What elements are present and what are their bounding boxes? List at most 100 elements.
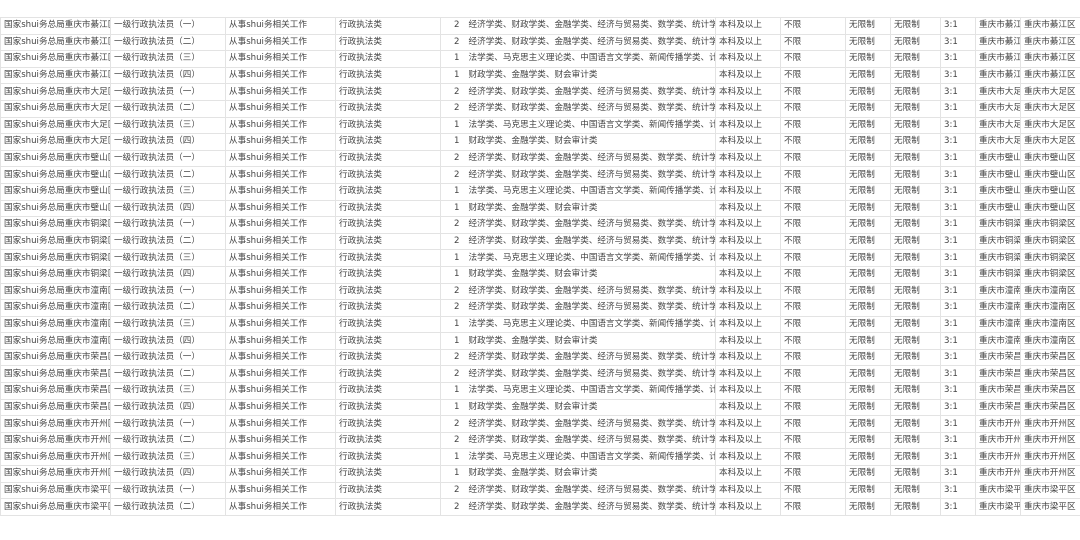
residence-cell[interactable]: 重庆市开州区: [1020, 448, 1080, 467]
political-status-cell[interactable]: 无限制: [845, 431, 891, 450]
department-cell[interactable]: 国家shui务总局重庆市荣昌区税务局: [0, 365, 111, 384]
experience-cell[interactable]: 无限制: [890, 133, 941, 151]
position-cell[interactable]: 一级行政执法员（二）: [110, 431, 226, 450]
experience-cell[interactable]: 无限制: [890, 83, 941, 101]
category-cell[interactable]: 行政执法类: [335, 481, 441, 500]
category-cell[interactable]: 行政执法类: [335, 282, 441, 301]
ratio-cell[interactable]: 3:1: [940, 199, 976, 218]
category-cell[interactable]: 行政执法类: [335, 299, 441, 317]
category-cell[interactable]: 行政执法类: [335, 199, 441, 218]
education-cell[interactable]: 本科及以上: [715, 481, 781, 500]
residence-cell[interactable]: 重庆市荣昌区: [1020, 398, 1080, 417]
degree-cell[interactable]: 不限: [780, 199, 846, 218]
degree-cell[interactable]: 不限: [780, 465, 846, 483]
work-location-cell[interactable]: 重庆市潼南区: [975, 332, 1021, 350]
category-cell[interactable]: 行政执法类: [335, 133, 441, 151]
residence-cell[interactable]: 重庆市铜梁区: [1020, 249, 1080, 267]
position-cell[interactable]: 一级行政执法员（四）: [110, 398, 226, 417]
degree-cell[interactable]: 不限: [780, 431, 846, 450]
position-cell[interactable]: 一级行政执法员（四）: [110, 133, 226, 151]
work-location-cell[interactable]: 重庆市潼南区: [975, 299, 1021, 317]
major-cell[interactable]: 经济学类、财政学类、金融学类、经济与贸易类、数学类、统计学类: [465, 282, 716, 301]
headcount-cell[interactable]: 1: [440, 249, 466, 267]
major-cell[interactable]: 经济学类、财政学类、金融学类、经济与贸易类、数学类、统计学类: [465, 33, 716, 52]
major-cell[interactable]: 法学类、马克思主义理论类、中国语言文学类、新闻传播学类、计算机类: [465, 448, 716, 467]
work-location-cell[interactable]: 重庆市荣昌区: [975, 348, 1021, 367]
residence-cell[interactable]: 重庆市大足区: [1020, 99, 1080, 118]
headcount-cell[interactable]: 2: [440, 431, 466, 450]
political-status-cell[interactable]: 无限制: [845, 332, 891, 350]
political-status-cell[interactable]: 无限制: [845, 166, 891, 184]
experience-cell[interactable]: 无限制: [890, 348, 941, 367]
major-cell[interactable]: 法学类、马克思主义理论类、中国语言文学类、新闻传播学类、计算机类: [465, 249, 716, 267]
position-cell[interactable]: 一级行政执法员（二）: [110, 299, 226, 317]
category-cell[interactable]: 行政执法类: [335, 33, 441, 52]
headcount-cell[interactable]: 2: [440, 216, 466, 234]
duty-cell[interactable]: 从事shui务相关工作: [225, 232, 336, 251]
department-cell[interactable]: 国家shui务总局重庆市开州区税务局: [0, 431, 111, 450]
position-cell[interactable]: 一级行政执法员（三）: [110, 448, 226, 467]
work-location-cell[interactable]: 重庆市潼南区: [975, 315, 1021, 334]
department-cell[interactable]: 国家shui务总局重庆市开州区税务局: [0, 465, 111, 483]
ratio-cell[interactable]: 3:1: [940, 33, 976, 52]
residence-cell[interactable]: 重庆市璧山区: [1020, 166, 1080, 184]
residence-cell[interactable]: 重庆市铜梁区: [1020, 216, 1080, 234]
headcount-cell[interactable]: 1: [440, 382, 466, 400]
department-cell[interactable]: 国家shui务总局重庆市大足区税务局: [0, 99, 111, 118]
degree-cell[interactable]: 不限: [780, 382, 846, 400]
department-cell[interactable]: 国家shui务总局重庆市綦江区税务局: [0, 17, 111, 35]
department-cell[interactable]: 国家shui务总局重庆市璧山区税务局: [0, 149, 111, 168]
headcount-cell[interactable]: 1: [440, 116, 466, 135]
experience-cell[interactable]: 无限制: [890, 116, 941, 135]
major-cell[interactable]: 经济学类、财政学类、金融学类、经济与贸易类、数学类、统计学类: [465, 216, 716, 234]
duty-cell[interactable]: 从事shui务相关工作: [225, 33, 336, 52]
duty-cell[interactable]: 从事shui务相关工作: [225, 83, 336, 101]
department-cell[interactable]: 国家shui务总局重庆市开州区税务局: [0, 415, 111, 433]
category-cell[interactable]: 行政执法类: [335, 315, 441, 334]
degree-cell[interactable]: 不限: [780, 216, 846, 234]
position-cell[interactable]: 一级行政执法员（一）: [110, 481, 226, 500]
degree-cell[interactable]: 不限: [780, 332, 846, 350]
degree-cell[interactable]: 不限: [780, 498, 846, 516]
experience-cell[interactable]: 无限制: [890, 149, 941, 168]
major-cell[interactable]: 经济学类、财政学类、金融学类、经济与贸易类、数学类、统计学类: [465, 149, 716, 168]
headcount-cell[interactable]: 1: [440, 465, 466, 483]
political-status-cell[interactable]: 无限制: [845, 99, 891, 118]
ratio-cell[interactable]: 3:1: [940, 498, 976, 516]
headcount-cell[interactable]: 1: [440, 199, 466, 218]
education-cell[interactable]: 本科及以上: [715, 232, 781, 251]
duty-cell[interactable]: 从事shui务相关工作: [225, 199, 336, 218]
ratio-cell[interactable]: 3:1: [940, 315, 976, 334]
residence-cell[interactable]: 重庆市铜梁区: [1020, 265, 1080, 284]
work-location-cell[interactable]: 重庆市璧山区: [975, 182, 1021, 201]
department-cell[interactable]: 国家shui务总局重庆市璧山区税务局: [0, 182, 111, 201]
residence-cell[interactable]: 重庆市铜梁区: [1020, 232, 1080, 251]
category-cell[interactable]: 行政执法类: [335, 83, 441, 101]
experience-cell[interactable]: 无限制: [890, 199, 941, 218]
work-location-cell[interactable]: 重庆市开州区: [975, 431, 1021, 450]
degree-cell[interactable]: 不限: [780, 99, 846, 118]
work-location-cell[interactable]: 重庆市开州区: [975, 415, 1021, 433]
experience-cell[interactable]: 无限制: [890, 332, 941, 350]
department-cell[interactable]: 国家shui务总局重庆市綦江区税务局: [0, 50, 111, 68]
political-status-cell[interactable]: 无限制: [845, 83, 891, 101]
major-cell[interactable]: 经济学类、财政学类、金融学类、经济与贸易类、数学类、统计学类: [465, 166, 716, 184]
headcount-cell[interactable]: 2: [440, 83, 466, 101]
ratio-cell[interactable]: 3:1: [940, 265, 976, 284]
department-cell[interactable]: 国家shui务总局重庆市潼南区税务局: [0, 282, 111, 301]
experience-cell[interactable]: 无限制: [890, 448, 941, 467]
category-cell[interactable]: 行政执法类: [335, 448, 441, 467]
major-cell[interactable]: 经济学类、财政学类、金融学类、经济与贸易类、数学类、统计学类: [465, 299, 716, 317]
residence-cell[interactable]: 重庆市大足区: [1020, 133, 1080, 151]
category-cell[interactable]: 行政执法类: [335, 382, 441, 400]
work-location-cell[interactable]: 重庆市梁平区: [975, 498, 1021, 516]
education-cell[interactable]: 本科及以上: [715, 149, 781, 168]
experience-cell[interactable]: 无限制: [890, 249, 941, 267]
duty-cell[interactable]: 从事shui务相关工作: [225, 182, 336, 201]
political-status-cell[interactable]: 无限制: [845, 133, 891, 151]
headcount-cell[interactable]: 2: [440, 415, 466, 433]
category-cell[interactable]: 行政执法类: [335, 249, 441, 267]
major-cell[interactable]: 法学类、马克思主义理论类、中国语言文学类、新闻传播学类、计算机类: [465, 382, 716, 400]
degree-cell[interactable]: 不限: [780, 299, 846, 317]
residence-cell[interactable]: 重庆市梁平区: [1020, 481, 1080, 500]
